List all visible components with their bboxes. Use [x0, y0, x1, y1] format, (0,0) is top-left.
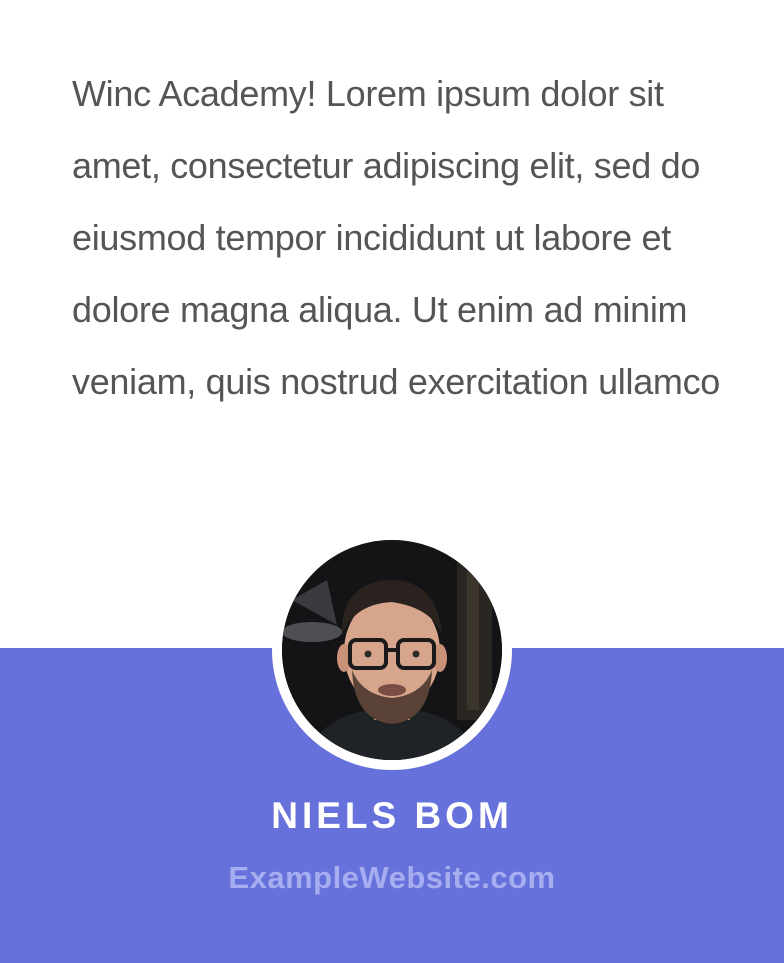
avatar-frame: [272, 530, 512, 770]
avatar: [282, 540, 502, 760]
testimonial-quote: Winc Academy! Lorem ipsum dolor sit amet…: [72, 73, 721, 402]
testimonial-card: Winc Academy! Lorem ipsum dolor sit amet…: [0, 0, 784, 963]
author-name: NIELS BOM: [271, 795, 513, 836]
person-photo-icon: [282, 540, 502, 760]
author-website-link[interactable]: ExampleWebsite.com: [0, 860, 784, 896]
